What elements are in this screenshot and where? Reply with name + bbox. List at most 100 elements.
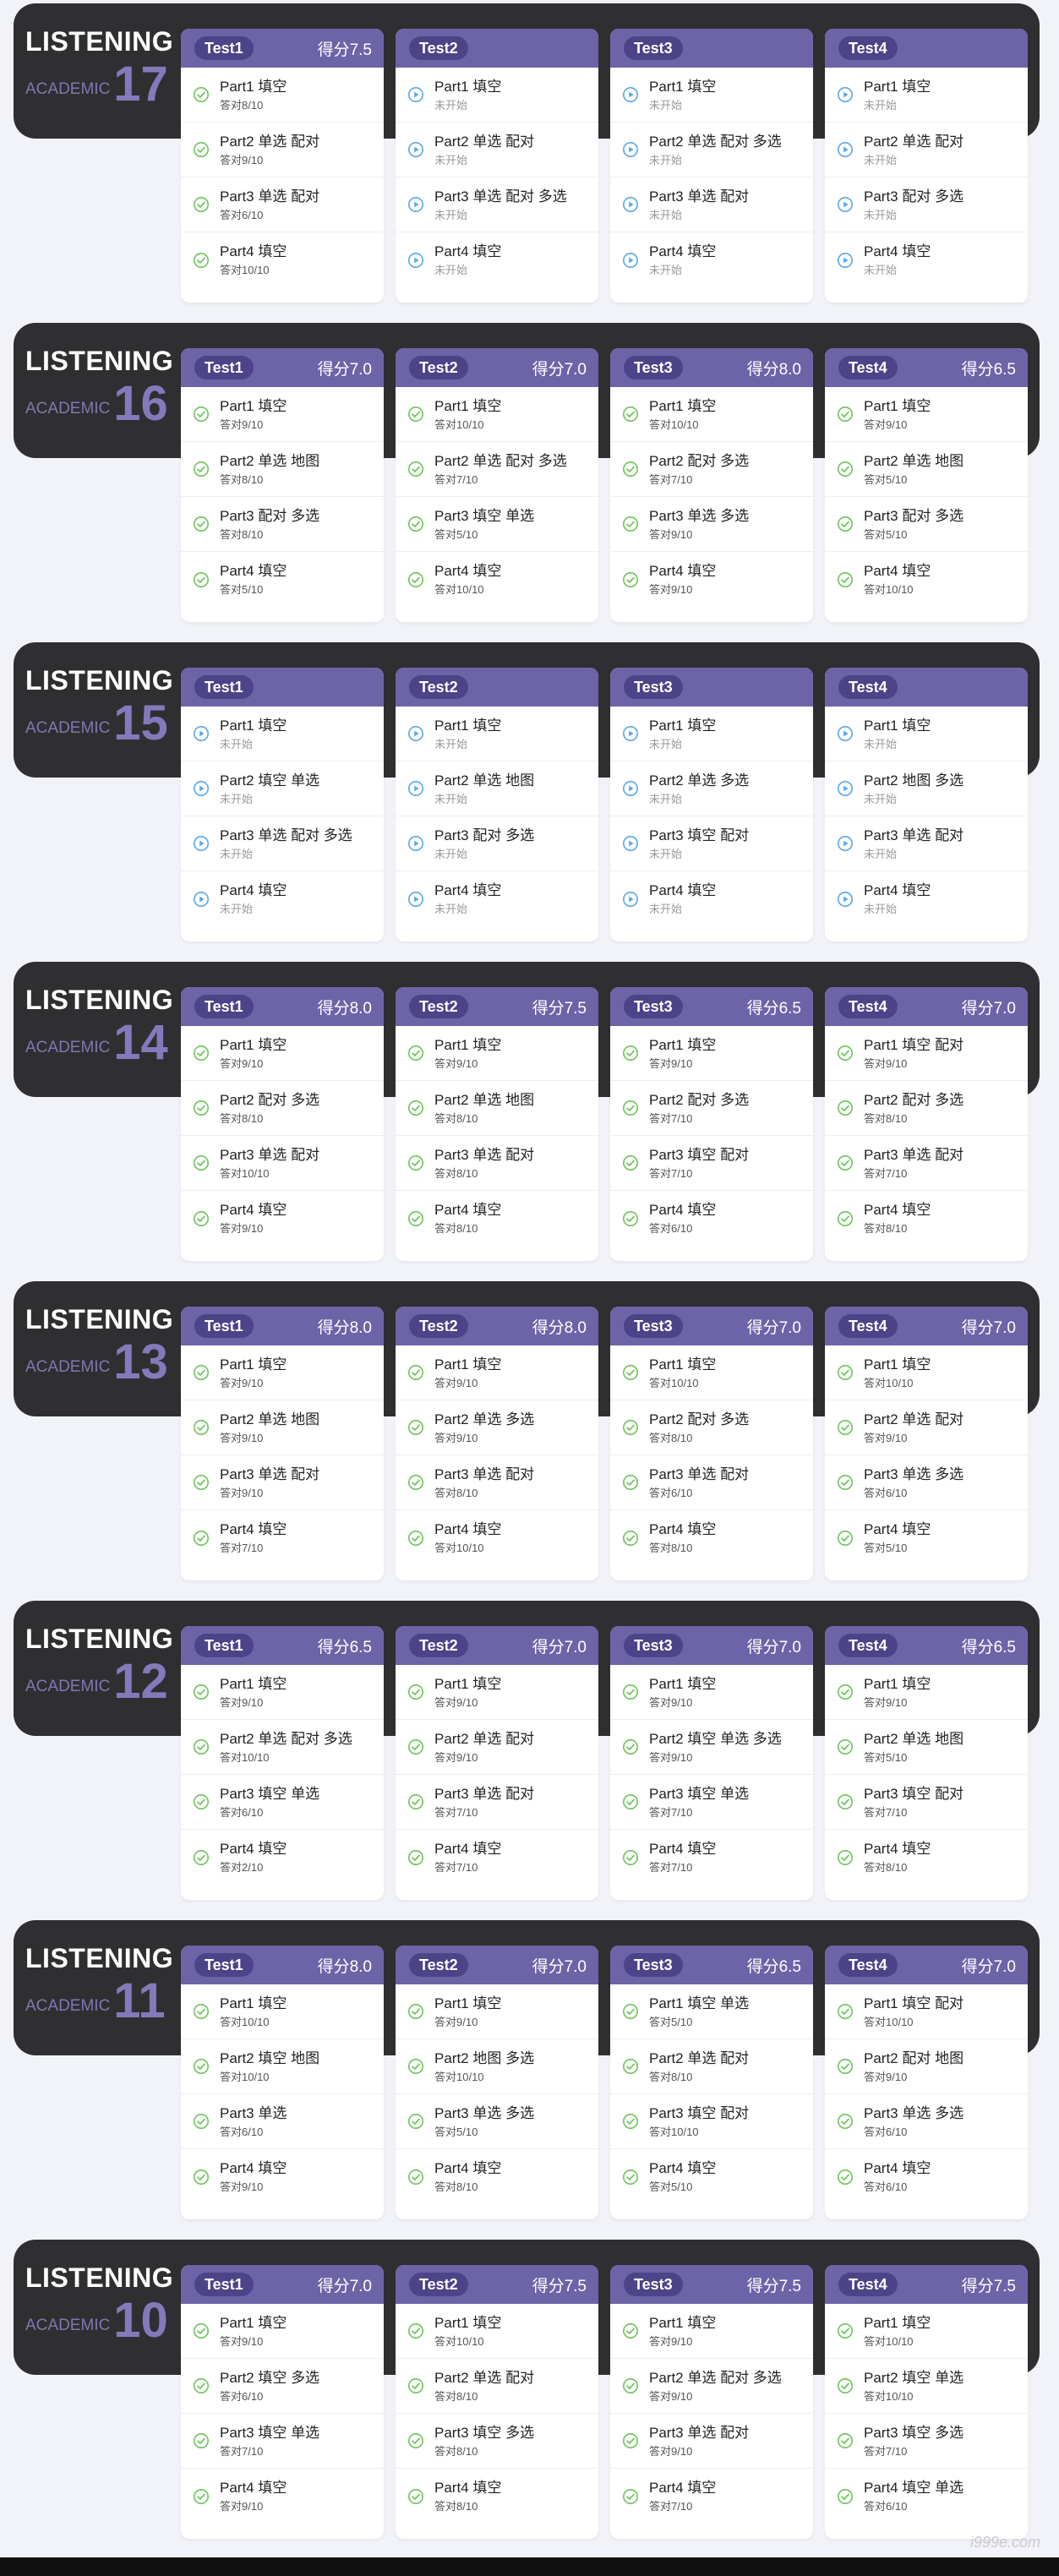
test-name[interactable]: Test2	[409, 1634, 468, 1657]
part-row[interactable]: Part1 填空 答对10/10	[396, 2304, 598, 2359]
part-row[interactable]: Part4 填空 答对9/10	[610, 552, 813, 607]
part-row[interactable]: Part1 填空 答对9/10	[610, 1026, 813, 1081]
part-row[interactable]: Part2 单选 地图 未开始	[396, 761, 598, 816]
test-name[interactable]: Test2	[409, 2273, 468, 2296]
part-row[interactable]: Part4 填空 答对8/10	[396, 2469, 598, 2524]
part-row[interactable]: Part3 单选 配对 答对6/10	[610, 1455, 813, 1510]
test-card[interactable]: Test1 得分8.0 Part1 填空 答对10/10 Part2 填空 地图 答对10…	[181, 1946, 384, 2219]
test-card[interactable]: Test4 得分7.5 Part1 填空 答对10/10 Part2 填空 单选 答对10…	[825, 2265, 1028, 2539]
test-card[interactable]: Test1 得分7.0 Part1 填空 答对9/10 Part2 单选 地图 答对8/1…	[181, 348, 384, 622]
test-card[interactable]: Test4 Part1 填空 未开始 Part2 地图 多选 未开始 Part3 单选 配…	[825, 668, 1028, 941]
test-card[interactable]: Test1 得分8.0 Part1 填空 答对9/10 Part2 单选 地图 答对9/1…	[181, 1307, 384, 1580]
part-row[interactable]: Part4 填空 答对10/10	[181, 232, 384, 287]
test-card[interactable]: Test4 得分6.5 Part1 填空 答对9/10 Part2 单选 地图 答对5/1…	[825, 348, 1028, 622]
part-row[interactable]: Part2 单选 配对 多选 答对9/10	[610, 2359, 813, 2414]
part-row[interactable]: Part1 填空 答对9/10	[396, 1345, 598, 1400]
part-row[interactable]: Part2 地图 多选 答对10/10	[396, 2039, 598, 2094]
part-row[interactable]: Part1 填空 答对10/10	[610, 387, 813, 442]
test-name[interactable]: Test1	[194, 675, 254, 699]
test-card[interactable]: Test3 得分6.5 Part1 填空 单选 答对5/10 Part2 单选 配对 答对…	[610, 1946, 813, 2219]
test-card[interactable]: Test1 得分7.5 Part1 填空 答对8/10 Part2 单选 配对 答对9/1…	[181, 29, 384, 303]
test-name[interactable]: Test2	[409, 1314, 468, 1338]
part-row[interactable]: Part1 填空 未开始	[825, 707, 1028, 761]
part-row[interactable]: Part3 单选 多选 答对6/10	[825, 2094, 1028, 2149]
test-name[interactable]: Test4	[838, 675, 898, 699]
part-row[interactable]: Part3 配对 多选 答对8/10	[181, 497, 384, 552]
part-row[interactable]: Part4 填空 答对5/10	[610, 2149, 813, 2204]
part-row[interactable]: Part1 填空 未开始	[396, 707, 598, 761]
part-row[interactable]: Part2 单选 多选 答对9/10	[396, 1400, 598, 1455]
part-row[interactable]: Part2 填空 多选 答对6/10	[181, 2359, 384, 2414]
test-card[interactable]: Test3 得分7.5 Part1 填空 答对9/10 Part2 单选 配对 多选 答对…	[610, 2265, 813, 2539]
test-card[interactable]: Test1 得分8.0 Part1 填空 答对9/10 Part2 配对 多选 答对8/1…	[181, 987, 384, 1261]
part-row[interactable]: Part3 单选 配对 答对8/10	[396, 1455, 598, 1510]
part-row[interactable]: Part4 填空 未开始	[610, 871, 813, 926]
part-row[interactable]: Part2 填空 单选 多选 答对9/10	[610, 1720, 813, 1775]
part-row[interactable]: Part3 填空 配对 答对7/10	[610, 1136, 813, 1191]
part-row[interactable]: Part4 填空 答对10/10	[396, 552, 598, 607]
part-row[interactable]: Part2 单选 配对 答对8/10	[610, 2039, 813, 2094]
part-row[interactable]: Part1 填空 答对9/10	[181, 1345, 384, 1400]
part-row[interactable]: Part3 单选 多选 答对9/10	[610, 497, 813, 552]
part-row[interactable]: Part4 填空 答对6/10	[610, 1191, 813, 1246]
part-row[interactable]: Part2 单选 配对 答对9/10	[825, 1400, 1028, 1455]
part-row[interactable]: Part4 填空 未开始	[396, 232, 598, 287]
part-row[interactable]: Part2 填空 单选 未开始	[181, 761, 384, 816]
part-row[interactable]: Part3 填空 配对 答对10/10	[610, 2094, 813, 2149]
part-row[interactable]: Part4 填空 未开始	[825, 232, 1028, 287]
part-row[interactable]: Part3 单选 配对 多选 未开始	[181, 816, 384, 871]
part-row[interactable]: Part2 单选 地图 答对8/10	[181, 442, 384, 497]
test-card[interactable]: Test2 得分8.0 Part1 填空 答对9/10 Part2 单选 多选 答对9/1…	[396, 1307, 598, 1580]
part-row[interactable]: Part3 单选 答对6/10	[181, 2094, 384, 2149]
test-card[interactable]: Test4 得分7.0 Part1 填空 答对10/10 Part2 单选 配对 答对9/…	[825, 1307, 1028, 1580]
part-row[interactable]: Part4 填空 答对8/10	[610, 1510, 813, 1565]
part-row[interactable]: Part4 填空 答对9/10	[181, 2149, 384, 2204]
part-row[interactable]: Part1 填空 单选 答对5/10	[610, 1984, 813, 2039]
part-row[interactable]: Part4 填空 未开始	[610, 232, 813, 287]
test-name[interactable]: Test1	[194, 995, 254, 1018]
part-row[interactable]: Part2 单选 配对 多选 答对10/10	[181, 1720, 384, 1775]
test-name[interactable]: Test1	[194, 1634, 254, 1657]
part-row[interactable]: Part3 单选 配对 答对10/10	[181, 1136, 384, 1191]
part-row[interactable]: Part1 填空 未开始	[825, 68, 1028, 123]
test-name[interactable]: Test3	[624, 356, 683, 379]
test-name[interactable]: Test4	[838, 356, 898, 379]
test-card[interactable]: Test2 得分7.0 Part1 填空 答对9/10 Part2 单选 配对 答对9/1…	[396, 1626, 598, 1900]
part-row[interactable]: Part3 配对 多选 未开始	[396, 816, 598, 871]
part-row[interactable]: Part1 填空 答对10/10	[181, 1984, 384, 2039]
part-row[interactable]: Part2 单选 地图 答对9/10	[181, 1400, 384, 1455]
test-name[interactable]: Test3	[624, 1634, 683, 1657]
test-name[interactable]: Test3	[624, 995, 683, 1018]
test-card[interactable]: Test4 得分6.5 Part1 填空 答对9/10 Part2 单选 地图 答对5/1…	[825, 1626, 1028, 1900]
test-name[interactable]: Test1	[194, 356, 254, 379]
part-row[interactable]: Part3 填空 配对 答对7/10	[825, 1775, 1028, 1830]
test-name[interactable]: Test3	[624, 1953, 683, 1977]
part-row[interactable]: Part3 单选 配对 未开始	[610, 177, 813, 232]
part-row[interactable]: Part2 填空 单选 答对10/10	[825, 2359, 1028, 2414]
test-card[interactable]: Test2 得分7.0 Part1 填空 答对9/10 Part2 地图 多选 答对10/…	[396, 1946, 598, 2219]
part-row[interactable]: Part3 单选 多选 答对5/10	[396, 2094, 598, 2149]
part-row[interactable]: Part3 单选 多选 答对6/10	[825, 1455, 1028, 1510]
part-row[interactable]: Part1 填空 答对10/10	[825, 2304, 1028, 2359]
part-row[interactable]: Part1 填空 答对10/10	[396, 387, 598, 442]
test-name[interactable]: Test3	[624, 2273, 683, 2296]
test-name[interactable]: Test4	[838, 1314, 898, 1338]
test-card[interactable]: Test2 Part1 填空 未开始 Part2 单选 地图 未开始 Part3 配对 多…	[396, 668, 598, 941]
test-card[interactable]: Test3 得分7.0 Part1 填空 答对9/10 Part2 填空 单选 多选 答对…	[610, 1626, 813, 1900]
test-card[interactable]: Test2 得分7.0 Part1 填空 答对10/10 Part2 单选 配对 多选答…	[396, 348, 598, 622]
part-row[interactable]: Part2 单选 配对 未开始	[396, 123, 598, 177]
part-row[interactable]: Part4 填空 答对9/10	[181, 2469, 384, 2524]
part-row[interactable]: Part4 填空 答对8/10	[825, 1191, 1028, 1246]
test-name[interactable]: Test3	[624, 36, 683, 60]
part-row[interactable]: Part1 填空 答对9/10	[181, 1665, 384, 1720]
part-row[interactable]: Part1 填空 答对9/10	[825, 1665, 1028, 1720]
part-row[interactable]: Part2 配对 多选 答对8/10	[181, 1081, 384, 1136]
part-row[interactable]: Part1 填空 答对9/10	[610, 1665, 813, 1720]
part-row[interactable]: Part3 填空 单选 答对6/10	[181, 1775, 384, 1830]
test-name[interactable]: Test2	[409, 1953, 468, 1977]
part-row[interactable]: Part1 填空 未开始	[396, 68, 598, 123]
part-row[interactable]: Part2 配对 多选 答对8/10	[610, 1400, 813, 1455]
test-card[interactable]: Test4 Part1 填空 未开始 Part2 单选 配对 未开始 Part3 配对 多…	[825, 29, 1028, 303]
part-row[interactable]: Part3 单选 配对 答对7/10	[396, 1775, 598, 1830]
part-row[interactable]: Part3 填空 多选 答对8/10	[396, 2414, 598, 2469]
